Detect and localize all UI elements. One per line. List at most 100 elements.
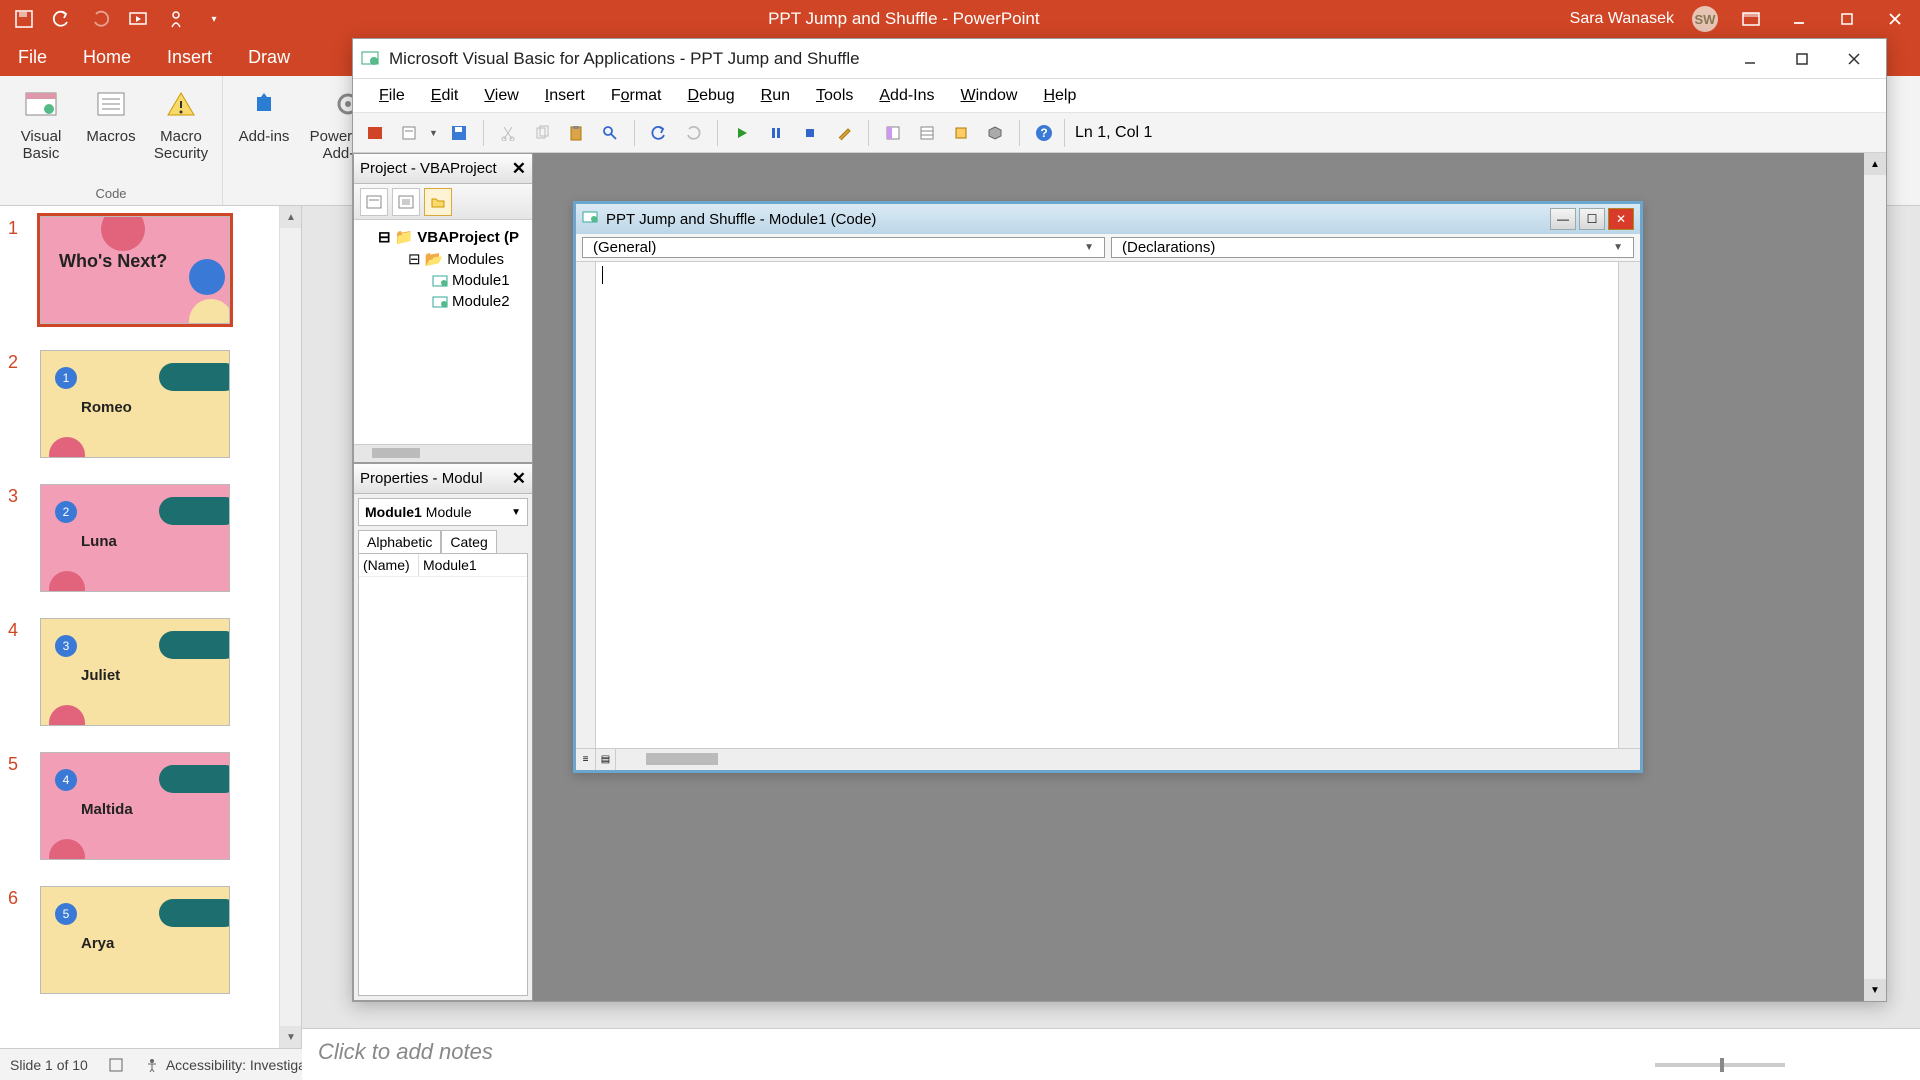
view-powerpoint-icon[interactable] <box>361 119 389 147</box>
menu-debug[interactable]: Debug <box>676 83 747 109</box>
addins-button[interactable]: Add-ins <box>233 82 295 201</box>
object-dropdown[interactable]: (General) ▼ <box>582 237 1105 258</box>
reset-icon[interactable] <box>796 119 824 147</box>
menu-edit[interactable]: Edit <box>419 83 471 109</box>
tree-project-root[interactable]: ⊟ 📁 VBAProject (P <box>358 226 528 248</box>
break-icon[interactable] <box>762 119 790 147</box>
slide-list[interactable]: 1 Who's Next? 2 1 Romeo 3 <box>0 206 279 1048</box>
toolbox-icon[interactable] <box>981 119 1009 147</box>
project-explorer-icon[interactable] <box>879 119 907 147</box>
thumb-2[interactable]: 1 Romeo <box>40 350 230 458</box>
thumb-4[interactable]: 3 Juliet <box>40 618 230 726</box>
slide-scrollbar[interactable]: ▲ ▼ <box>279 206 301 1048</box>
thumb-3[interactable]: 2 Luna <box>40 484 230 592</box>
properties-object-combo[interactable]: Module1 Module ▼ <box>358 498 528 526</box>
scroll-down-icon[interactable]: ▼ <box>280 1026 302 1048</box>
notes-pane[interactable]: Click to add notes <box>302 1028 1920 1080</box>
view-code-icon[interactable] <box>360 188 388 216</box>
properties-grid[interactable]: (Name) Module1 <box>358 553 528 996</box>
menu-format[interactable]: Format <box>599 83 674 109</box>
menu-help[interactable]: Help <box>1031 83 1088 109</box>
find-icon[interactable] <box>596 119 624 147</box>
undo-icon[interactable] <box>52 9 72 29</box>
tree-hscrollbar[interactable] <box>354 444 532 462</box>
qat-dropdown-icon[interactable]: ▾ <box>204 9 224 29</box>
close-icon[interactable] <box>1880 4 1910 34</box>
run-icon[interactable] <box>728 119 756 147</box>
menu-window[interactable]: Window <box>949 83 1030 109</box>
code-window-titlebar[interactable]: PPT Jump and Shuffle - Module1 (Code) — … <box>576 204 1640 234</box>
code-vscrollbar[interactable] <box>1618 262 1640 748</box>
user-avatar[interactable]: SW <box>1692 6 1718 32</box>
toggle-folders-icon[interactable] <box>424 188 452 216</box>
undo-icon[interactable] <box>645 119 673 147</box>
vba-minimize-icon[interactable] <box>1726 42 1774 76</box>
copy-icon[interactable] <box>528 119 556 147</box>
redo-icon[interactable] <box>90 9 110 29</box>
zoom-slider[interactable] <box>1655 1063 1785 1067</box>
tab-categorized[interactable]: Categ <box>441 530 496 553</box>
code-hscrollbar[interactable] <box>616 749 1640 770</box>
paste-icon[interactable] <box>562 119 590 147</box>
save-icon[interactable] <box>14 9 34 29</box>
menu-tools[interactable]: Tools <box>804 83 865 109</box>
project-explorer-title[interactable]: Project - VBAProject ✕ <box>354 154 532 184</box>
code-maximize-icon[interactable]: ☐ <box>1579 208 1605 230</box>
mdi-vscrollbar[interactable]: ▲ ▼ <box>1864 153 1886 1001</box>
slideshow-icon[interactable] <box>128 9 148 29</box>
panel-close-icon[interactable]: ✕ <box>512 159 526 179</box>
tab-home[interactable]: Home <box>65 39 149 76</box>
touch-mode-icon[interactable] <box>166 9 186 29</box>
help-icon[interactable]: ? <box>1030 119 1058 147</box>
object-browser-icon[interactable] <box>947 119 975 147</box>
thumb-5[interactable]: 4 Maltida <box>40 752 230 860</box>
property-row[interactable]: (Name) Module1 <box>359 554 527 577</box>
tab-file[interactable]: File <box>0 39 65 76</box>
slide-thumbnail[interactable]: 5 4 Maltida <box>8 752 271 860</box>
property-value[interactable]: Module1 <box>419 554 527 576</box>
scroll-up-icon[interactable]: ▲ <box>1864 153 1886 175</box>
code-close-icon[interactable]: ✕ <box>1608 208 1634 230</box>
slide-thumbnail[interactable]: 6 5 Arya <box>8 886 271 994</box>
slide-thumbnail[interactable]: 2 1 Romeo <box>8 350 271 458</box>
accessibility-button[interactable]: Accessibility: Investigate <box>144 1057 318 1073</box>
tree-module-item[interactable]: Module2 <box>358 291 528 312</box>
menu-insert[interactable]: Insert <box>533 83 597 109</box>
menu-run[interactable]: Run <box>749 83 802 109</box>
full-module-view-icon[interactable]: ▤ <box>596 749 616 770</box>
project-tree[interactable]: ⊟ 📁 VBAProject (P ⊟ 📂 Modules Module1 <box>354 220 532 444</box>
procedure-dropdown[interactable]: (Declarations) ▼ <box>1111 237 1634 258</box>
dropdown-icon[interactable]: ▼ <box>429 128 439 138</box>
ribbon-display-icon[interactable] <box>1736 4 1766 34</box>
tree-module-item[interactable]: Module1 <box>358 270 528 291</box>
scroll-up-icon[interactable]: ▲ <box>280 206 302 228</box>
thumb-1[interactable]: Who's Next? <box>40 216 230 324</box>
design-mode-icon[interactable] <box>830 119 858 147</box>
insert-module-icon[interactable] <box>395 119 423 147</box>
menu-view[interactable]: View <box>472 83 530 109</box>
view-object-icon[interactable] <box>392 188 420 216</box>
tab-alphabetic[interactable]: Alphabetic <box>358 530 441 553</box>
cut-icon[interactable] <box>494 119 522 147</box>
tab-insert[interactable]: Insert <box>149 39 230 76</box>
slide-thumbnail[interactable]: 1 Who's Next? <box>8 216 271 324</box>
code-editor[interactable] <box>596 262 1618 748</box>
thumb-6[interactable]: 5 Arya <box>40 886 230 994</box>
spellcheck-button[interactable] <box>108 1057 124 1073</box>
visual-basic-button[interactable]: Visual Basic <box>10 82 72 184</box>
macro-security-button[interactable]: Macro Security <box>150 82 212 184</box>
vba-titlebar[interactable]: Microsoft Visual Basic for Applications … <box>353 39 1886 79</box>
maximize-icon[interactable] <box>1832 4 1862 34</box>
menu-file[interactable]: File <box>367 83 417 109</box>
properties-icon[interactable] <box>913 119 941 147</box>
vba-close-icon[interactable] <box>1830 42 1878 76</box>
vba-maximize-icon[interactable] <box>1778 42 1826 76</box>
save-icon[interactable] <box>445 119 473 147</box>
tab-draw[interactable]: Draw <box>230 39 308 76</box>
redo-icon[interactable] <box>679 119 707 147</box>
minimize-icon[interactable] <box>1784 4 1814 34</box>
properties-title[interactable]: Properties - Modul ✕ <box>354 464 532 494</box>
menu-addins[interactable]: Add-Ins <box>867 83 946 109</box>
tree-modules-folder[interactable]: ⊟ 📂 Modules <box>358 248 528 270</box>
macros-button[interactable]: Macros <box>80 82 142 184</box>
